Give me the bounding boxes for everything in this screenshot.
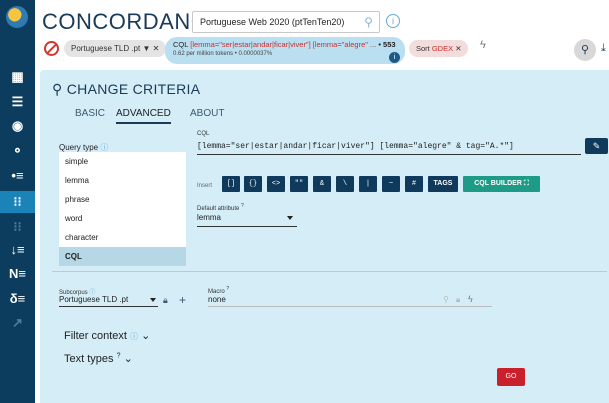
edit-button[interactable]: ✎ xyxy=(585,138,608,154)
chevron-down-icon: ⌄ xyxy=(141,330,151,342)
cql-builder-label: CQL BUILDER xyxy=(474,180,522,187)
wordlist-icon[interactable]: ⁝⁝ xyxy=(0,216,35,238)
go-button[interactable]: GO xyxy=(497,368,525,386)
insert-hash-button[interactable]: # xyxy=(405,176,423,192)
query-type-word[interactable]: word xyxy=(59,209,186,228)
lock-icon[interactable]: 🔒︎ xyxy=(456,295,460,305)
insert-pipe-button[interactable]: | xyxy=(359,176,377,192)
panel-title-text: CHANGE CRITERIA xyxy=(66,81,201,97)
info-icon[interactable]: i xyxy=(386,14,400,28)
stop-icon[interactable] xyxy=(44,41,59,56)
insert-braces-button[interactable]: {} xyxy=(244,176,262,192)
default-attribute-value: lemma xyxy=(197,213,222,222)
search-button[interactable]: ⚲ xyxy=(574,39,596,61)
cql-stats: 0.62 per million tokens • 0.0000037% xyxy=(173,51,273,57)
lightning-icon[interactable]: ϟ xyxy=(480,39,486,51)
query-type-cql[interactable]: CQL xyxy=(59,247,186,266)
words-icon[interactable]: δ≡ xyxy=(0,288,35,310)
search-icon: ⚲ xyxy=(52,81,63,97)
insert-backslash-button[interactable]: \ xyxy=(336,176,354,192)
lightning-icon[interactable]: ϟ xyxy=(468,294,473,304)
cql-input[interactable]: [lemma="ser|estar|andar|ficar|viver"] [l… xyxy=(197,142,581,155)
keyword-icon[interactable]: •≡ xyxy=(0,165,35,187)
insert-tilde-button[interactable]: ~ xyxy=(382,176,400,192)
help-icon: ⓘ xyxy=(100,143,109,152)
cql-prefix: CQL xyxy=(173,40,191,49)
corpus-name: Portuguese Web 2020 (ptTenTen20) xyxy=(200,17,345,27)
chevron-down-icon: ⌄ xyxy=(123,353,133,365)
change-criteria-panel: ⚲ CHANGE CRITERIA BASIC ADVANCED ABOUT Q… xyxy=(40,70,609,403)
add-subcorpus-icon[interactable]: + xyxy=(179,293,186,307)
target-icon[interactable]: ◉ xyxy=(0,115,35,137)
cql-builder-button[interactable]: CQL BUILDER ⛶ xyxy=(463,176,540,192)
subcorpus-chip[interactable]: Portuguese TLD .pt ▼ ✕ xyxy=(64,40,167,57)
sort-chip[interactable]: Sort GDEX ✕ xyxy=(409,40,469,57)
cql-label: CQL xyxy=(197,131,210,137)
query-type-list[interactable]: simple lemma phrase word character CQL xyxy=(59,152,186,266)
text-types-label: Text types xyxy=(64,353,114,365)
search-icon[interactable]: ⚲ xyxy=(443,295,449,304)
dashboard-icon[interactable]: ▦ xyxy=(0,66,35,88)
tab-basic[interactable]: BASIC xyxy=(75,108,105,119)
sort-icon[interactable]: ↓≡ xyxy=(0,239,35,261)
query-type-character[interactable]: character xyxy=(59,228,186,247)
insert-label: Insert xyxy=(197,183,213,189)
macro-input[interactable]: none xyxy=(208,295,492,307)
default-attribute-label: Default attribute ? xyxy=(197,203,244,212)
subcorpus-value: Portuguese TLD .pt xyxy=(59,295,129,304)
cql-count: • 553 xyxy=(376,40,396,49)
macro-label: Macro ? xyxy=(208,286,230,295)
tags-button[interactable]: TAGS xyxy=(428,176,458,192)
tab-advanced[interactable]: ADVANCED xyxy=(116,108,171,124)
subcorpus-select[interactable]: Portuguese TLD .pt xyxy=(59,295,158,307)
chevron-down-icon xyxy=(287,216,293,220)
app-logo-icon[interactable] xyxy=(6,6,28,28)
cql-chip[interactable]: CQL [lemma="ser|estar|andar|ficar|viver"… xyxy=(165,37,405,64)
panel-title: ⚲ CHANGE CRITERIA xyxy=(52,81,200,98)
sort-close[interactable]: ✕ xyxy=(453,44,461,53)
trend-icon[interactable]: ↗ xyxy=(0,312,35,334)
query-type-phrase[interactable]: phrase xyxy=(59,190,186,209)
expand-icon: ⛶ xyxy=(523,180,529,187)
search-icon[interactable]: ⚲ xyxy=(364,12,373,32)
query-type-lemma[interactable]: lemma xyxy=(59,171,186,190)
left-rail: ▦ ☰ ◉ ⚬ •≡ ⁝⁝ ⁝⁝ ↓≡ N≡ δ≡ ↗ xyxy=(0,0,35,403)
insert-quotes-button[interactable]: "" xyxy=(290,176,308,192)
filter-context-toggle[interactable]: Filter context ⓘ ⌄ xyxy=(64,329,150,342)
filter-context-label: Filter context xyxy=(64,330,127,342)
chevron-down-icon xyxy=(150,298,156,302)
lock-icon[interactable]: 🔒︎ xyxy=(163,295,168,306)
sort-value: GDEX xyxy=(431,44,454,53)
sort-prefix: Sort xyxy=(416,44,432,53)
insert-brackets-button[interactable]: [] xyxy=(222,176,240,192)
divider xyxy=(52,271,607,272)
kwic-icon[interactable]: ⁝⁝ xyxy=(0,191,35,213)
list-icon[interactable]: ☰ xyxy=(0,91,35,113)
cql-info-badge[interactable]: i xyxy=(389,52,400,63)
cql-query-text: [lemma="ser|estar|andar|ficar|viver"] [l… xyxy=(190,40,377,49)
download-icon[interactable]: ⤓ xyxy=(601,42,606,55)
insert-angle-button[interactable]: <> xyxy=(267,176,285,192)
ngram-icon[interactable]: N≡ xyxy=(0,263,35,285)
query-type-simple[interactable]: simple xyxy=(59,152,186,171)
corpus-selector[interactable]: Portuguese Web 2020 (ptTenTen20) ⚲ xyxy=(192,11,380,33)
tab-about[interactable]: ABOUT xyxy=(190,108,224,119)
concordance-icon[interactable]: ⚬ xyxy=(0,140,35,162)
help-icon: ⓘ xyxy=(130,332,139,341)
insert-and-button[interactable]: & xyxy=(313,176,331,192)
default-attribute-select[interactable]: lemma xyxy=(197,213,297,227)
text-types-toggle[interactable]: Text types ? ⌄ xyxy=(64,352,133,365)
